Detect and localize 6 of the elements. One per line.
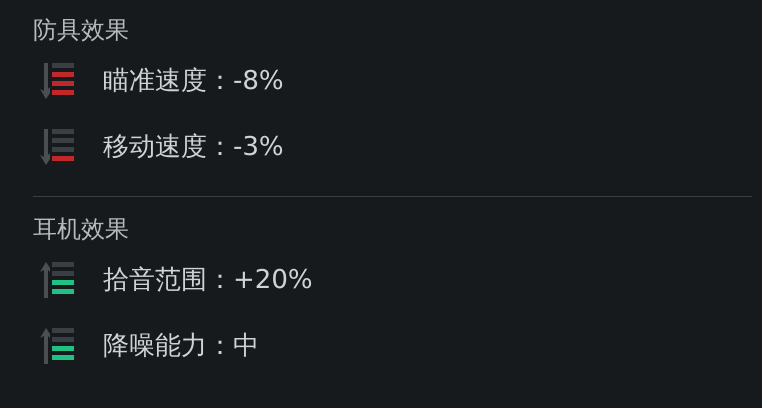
effect-label: 拾音范围：+20% — [103, 264, 313, 296]
effect-label: 降噪能力：中 — [103, 330, 259, 362]
effect-label: 瞄准速度：-8% — [103, 64, 284, 98]
section-title: 防具效果 — [33, 15, 130, 46]
effect-label: 移动速度：-3% — [103, 130, 284, 164]
section-title: 耳机效果 — [33, 214, 130, 245]
